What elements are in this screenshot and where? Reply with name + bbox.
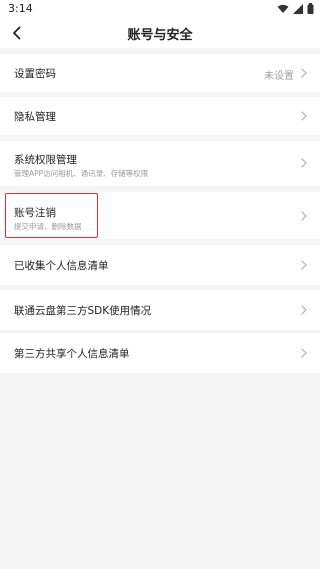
nav-bar: 账号与安全 bbox=[0, 18, 320, 48]
row-label: 第三方共享个人信息清单 bbox=[14, 348, 130, 360]
row-label: 联通云盘第三方SDK使用情况 bbox=[14, 305, 152, 317]
row-value: 未设置 bbox=[264, 71, 294, 82]
chevron-right-icon bbox=[301, 111, 307, 121]
row-label: 已收集个人信息清单 bbox=[14, 260, 109, 272]
status-time: 3:14 bbox=[8, 2, 33, 15]
row-label: 隐私管理 bbox=[14, 111, 56, 123]
privacy-management-row[interactable]: 隐私管理 bbox=[0, 97, 320, 135]
chevron-right-icon bbox=[301, 348, 307, 358]
page-title: 账号与安全 bbox=[127, 28, 193, 43]
highlight-box bbox=[5, 193, 98, 238]
row-label: 系统权限管理 bbox=[14, 154, 77, 166]
third-party-sharing-row[interactable]: 第三方共享个人信息清单 bbox=[0, 333, 320, 373]
signal-icon bbox=[293, 3, 303, 14]
chevron-right-icon bbox=[301, 260, 307, 270]
collected-info-row[interactable]: 已收集个人信息清单 bbox=[0, 245, 320, 285]
system-permission-row[interactable]: 系统权限管理 管理APP访问相机、通讯录、存储等权限 bbox=[0, 141, 320, 186]
chevron-right-icon bbox=[301, 158, 307, 168]
status-icons bbox=[277, 3, 314, 14]
battery-icon bbox=[307, 3, 314, 14]
chevron-right-icon bbox=[301, 211, 307, 221]
row-label: 设置密码 bbox=[14, 68, 56, 80]
chevron-right-icon bbox=[301, 305, 307, 315]
wifi-icon bbox=[277, 4, 289, 14]
row-sublabel: 管理APP访问相机、通讯录、存储等权限 bbox=[14, 169, 149, 178]
set-password-row[interactable]: 设置密码 未设置 bbox=[0, 54, 320, 92]
chevron-right-icon bbox=[301, 68, 307, 78]
sdk-usage-row[interactable]: 联通云盘第三方SDK使用情况 bbox=[0, 290, 320, 330]
status-bar: 3:14 bbox=[0, 0, 320, 18]
